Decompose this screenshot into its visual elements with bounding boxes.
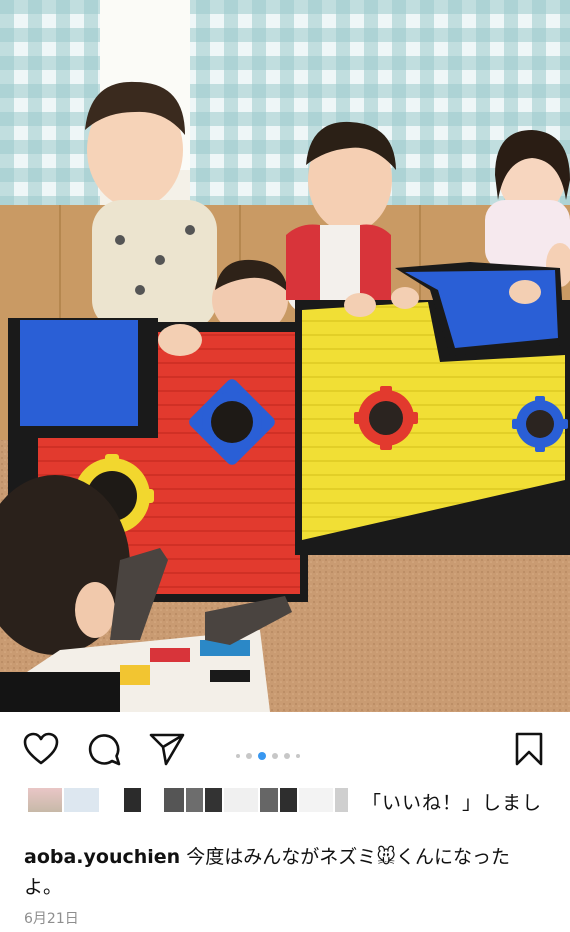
likes-text[interactable]: 「いいね！」しまし <box>362 788 542 815</box>
post-date[interactable]: 6月21日 <box>24 908 79 928</box>
username-link[interactable]: aoba.youchien <box>24 846 180 868</box>
post-photo[interactable] <box>0 0 570 712</box>
post-action-bar <box>0 712 570 782</box>
comment-icon[interactable] <box>85 730 123 768</box>
liked-by-avatars-blurred <box>28 788 348 812</box>
post-caption: aoba.youchien 今度はみんながネズミ🐭くんになったよ。 <box>24 842 546 902</box>
carousel-dot-active <box>258 752 266 760</box>
carousel-indicator <box>236 752 300 760</box>
heart-icon[interactable] <box>22 730 60 768</box>
bookmark-icon[interactable] <box>510 730 548 768</box>
carousel-dot <box>296 754 300 758</box>
photo-illustration <box>0 0 570 712</box>
carousel-dot <box>236 754 240 758</box>
carousel-dot <box>246 753 252 759</box>
likes-row[interactable]: 「いいね！」しまし <box>0 782 570 826</box>
send-icon[interactable] <box>148 730 186 768</box>
carousel-dot <box>284 753 290 759</box>
carousel-dot <box>272 753 278 759</box>
